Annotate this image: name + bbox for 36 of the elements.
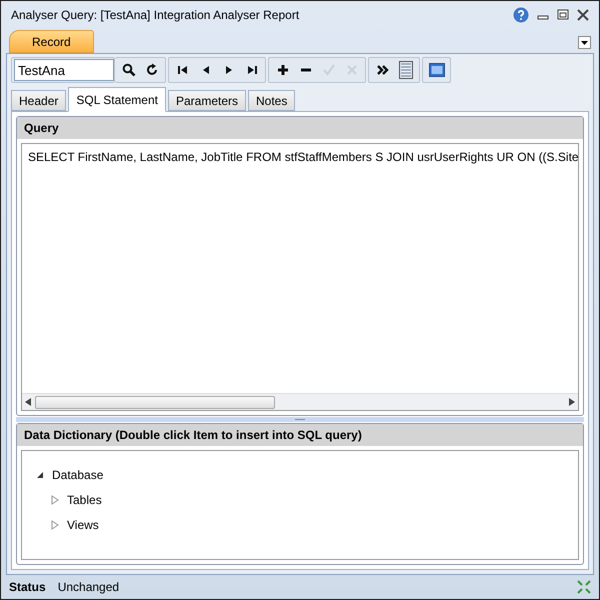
scroll-thumb[interactable] [35, 396, 275, 408]
window-icon [428, 63, 444, 77]
resize-icon[interactable] [577, 580, 591, 594]
panel-header: Query [17, 117, 583, 139]
plus-icon [276, 63, 290, 77]
tree-item[interactable]: Database [52, 466, 104, 484]
expand-icon[interactable] [51, 520, 59, 530]
search-icon [122, 63, 136, 77]
status-value: Unchanged [58, 579, 120, 596]
maximize-icon[interactable] [557, 8, 569, 20]
ribbon-tab[interactable]: Record [9, 30, 94, 53]
panel-header: Data Dictionary (Double click Item to insert into SQL query) [17, 424, 583, 446]
expand-icon[interactable] [51, 495, 59, 505]
tab[interactable]: Notes [248, 90, 296, 111]
tab[interactable]: Parameters [168, 90, 246, 111]
close-icon[interactable] [577, 8, 589, 20]
scroll-right-icon[interactable] [569, 398, 575, 406]
window-title: Analyser Query: [TestAna] Integration Analyser Report [11, 6, 300, 24]
tree-item[interactable]: Views [67, 516, 99, 534]
double-chevron-icon [376, 63, 390, 77]
first-record-icon [176, 63, 190, 77]
horizontal-scrollbar[interactable] [22, 393, 578, 410]
help-icon[interactable] [513, 6, 529, 22]
collapse-icon[interactable] [36, 471, 44, 479]
close-icon [344, 63, 358, 77]
refresh-icon [144, 63, 158, 77]
check-icon [322, 63, 336, 77]
tab[interactable]: SQL Statement [68, 87, 166, 112]
tab[interactable]: Header [11, 90, 66, 111]
status-label: Status [9, 579, 46, 596]
dropdown-button[interactable] [578, 36, 591, 49]
tree-item[interactable]: Tables [67, 491, 102, 509]
caret-icon [581, 40, 588, 44]
list-icon [398, 61, 412, 79]
search-field[interactable]: TestAna [14, 59, 114, 81]
scroll-left-icon[interactable] [25, 398, 31, 406]
